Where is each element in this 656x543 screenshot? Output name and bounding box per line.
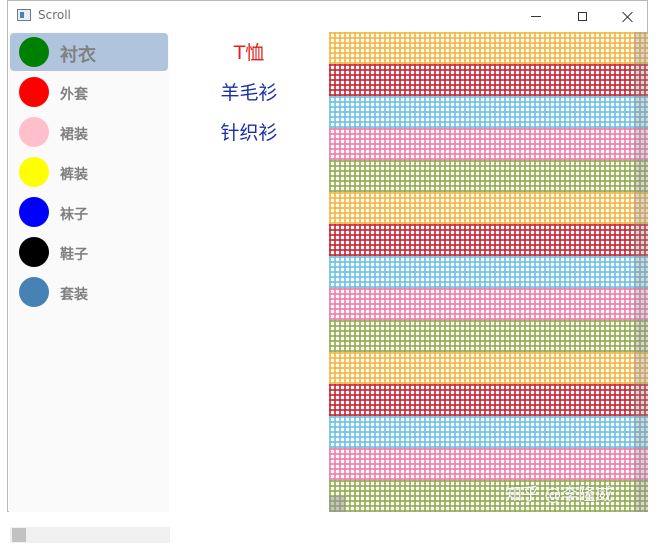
gingham-swatch-band [329,160,648,192]
color-dot-icon [19,197,49,227]
category-list-horizontal-scrollbar[interactable] [10,527,170,543]
category-item[interactable]: 套装 [10,273,168,311]
color-dot-icon [19,237,49,267]
scroll-corner [329,496,345,512]
subcategory-item[interactable]: T恤 [169,38,329,65]
gingham-swatch-band [329,288,648,320]
subcategory-item[interactable]: 针织衫 [169,118,329,145]
category-list[interactable]: 套装 鞋子 袜子 裤装 裙装 外套 衬衣 [9,32,170,543]
gingham-swatch-band [329,224,648,256]
gingham-swatch-band [329,32,648,64]
gingham-swatch-band [329,64,648,96]
category-label: 套装 [60,287,88,303]
maximize-button[interactable] [559,1,605,32]
color-dot-icon [19,77,49,107]
gingham-swatch-band [329,416,648,448]
scrollbar-thumb[interactable] [12,528,26,542]
category-item[interactable]: 袜子 [10,193,168,231]
image-vertical-scrollbar[interactable] [634,32,648,512]
gingham-swatch-band [329,256,648,288]
subcategory-list[interactable]: T恤羊毛衫针织衫 [169,32,329,512]
category-item[interactable]: 外套 [10,73,168,111]
category-label: 袜子 [60,207,88,223]
color-dot-icon [19,277,49,307]
category-label: 衬衣 [60,45,96,66]
category-item[interactable]: 鞋子 [10,233,168,271]
category-item[interactable]: 裤装 [10,153,168,191]
subcategory-item[interactable]: 羊毛衫 [169,78,329,105]
close-icon [622,11,634,23]
window-title: Scroll [38,8,71,22]
color-dot-icon [19,117,49,147]
category-item[interactable]: 衬衣 [10,33,168,71]
minimize-icon [531,16,541,17]
gingham-scroll-viewer[interactable] [329,32,648,512]
color-dot-icon [19,37,49,67]
app-window: Scroll 套装 鞋子 袜子 裤装 裙装 外套 衬衣 T恤羊毛衫针织衫 [7,0,648,543]
gingham-swatch-band [329,352,648,384]
minimize-button[interactable] [513,1,559,32]
category-label: 外套 [60,87,88,103]
gingham-swatch-band [329,96,648,128]
close-button[interactable] [605,1,651,32]
category-label: 裤装 [60,167,88,183]
title-bar[interactable]: Scroll [8,1,647,32]
maximize-icon [577,12,587,21]
gingham-swatch-band [329,448,648,480]
category-item[interactable]: 裙装 [10,113,168,151]
gingham-swatch-band [329,384,648,416]
category-label: 裙装 [60,127,88,143]
gingham-swatch-band [329,320,648,352]
category-label: 鞋子 [60,247,88,263]
app-icon [17,9,31,21]
color-dot-icon [19,157,49,187]
gingham-swatch-band [329,128,648,160]
gingham-swatch-band [329,192,648,224]
watermark: 知乎 @李隆威 [505,485,613,505]
